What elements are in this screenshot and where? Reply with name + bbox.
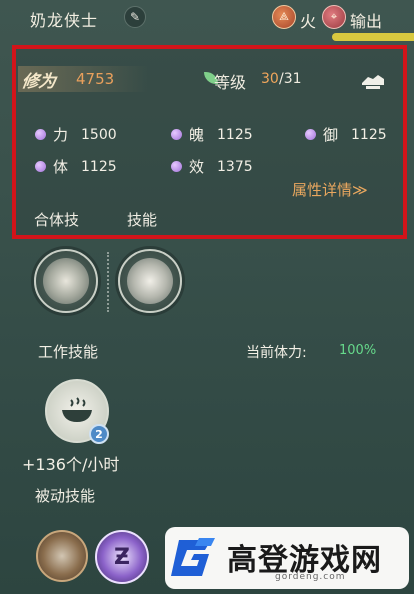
yellow-tab-strip: [332, 33, 414, 41]
site-url: gordeng.com: [275, 572, 346, 582]
stat-value: 1125: [351, 126, 387, 143]
slash-skill-icon: [43, 258, 89, 304]
level-current: 30: [261, 71, 279, 87]
level-max: /31: [279, 71, 302, 87]
stat-dot-icon: [171, 129, 182, 140]
power-label: 修为: [20, 72, 58, 92]
cloud-skill-icon: [127, 258, 173, 304]
skill-slot[interactable]: [118, 249, 182, 313]
stamina-label: 当前体力:: [246, 345, 307, 361]
edit-name-button[interactable]: ✎: [124, 6, 146, 28]
divider: [107, 252, 109, 312]
power-value: 4753: [76, 70, 115, 88]
pen-icon: ✎: [129, 10, 141, 24]
stat-dot-icon: [305, 129, 316, 140]
tab-combo-skill[interactable]: 合体技: [34, 209, 79, 230]
site-logo-icon: [169, 532, 221, 584]
stat-dot-icon: [35, 161, 46, 172]
combo-skill-slot[interactable]: [34, 249, 98, 313]
stat-name: 力: [53, 126, 69, 144]
stat-efficiency: 效 1375: [171, 156, 253, 177]
cooking-pot-icon: [62, 397, 92, 422]
stat-value: 1375: [217, 158, 253, 175]
stat-value: 1125: [217, 126, 253, 143]
stat-name: 效: [189, 158, 205, 176]
role-icon: ⌖: [322, 5, 346, 29]
lightning-shield-icon: Ƶ: [114, 544, 130, 570]
stat-strength: 力 1500: [35, 124, 117, 145]
work-level-badge: 2: [89, 424, 109, 444]
character-name: 奶龙侠士: [30, 11, 99, 30]
passive-skill-slot-2[interactable]: Ƶ: [95, 530, 149, 584]
work-skill-label: 工作技能: [38, 343, 99, 361]
passive-skill-slot-1[interactable]: [36, 530, 88, 582]
stat-name: 御: [323, 126, 339, 144]
production-rate: +136个/小时: [22, 455, 120, 474]
stat-value: 1125: [81, 158, 117, 175]
element-label: 火: [300, 12, 317, 31]
passive-skill-label: 被动技能: [35, 487, 96, 505]
stat-dot-icon: [171, 161, 182, 172]
attribute-detail-link[interactable]: 属性详情≫: [292, 179, 368, 200]
level-label: 等级: [214, 73, 247, 92]
stat-name: 体: [53, 158, 69, 176]
stat-defense: 御 1125: [305, 124, 387, 145]
stat-body: 体 1125: [35, 156, 117, 177]
equipment-icon[interactable]: [360, 72, 386, 92]
stat-value: 1500: [81, 126, 117, 143]
stat-soul: 魄 1125: [171, 124, 253, 145]
stat-dot-icon: [35, 129, 46, 140]
watermark-banner: 高登游戏网 gordeng.com: [165, 527, 409, 589]
stat-name: 魄: [189, 126, 205, 144]
fire-element-icon: ⟁: [272, 5, 296, 29]
armor-icon: [362, 75, 384, 89]
tab-skill[interactable]: 技能: [127, 209, 157, 230]
stamina-value: 100%: [339, 343, 377, 358]
role-label: 输出: [350, 12, 383, 31]
